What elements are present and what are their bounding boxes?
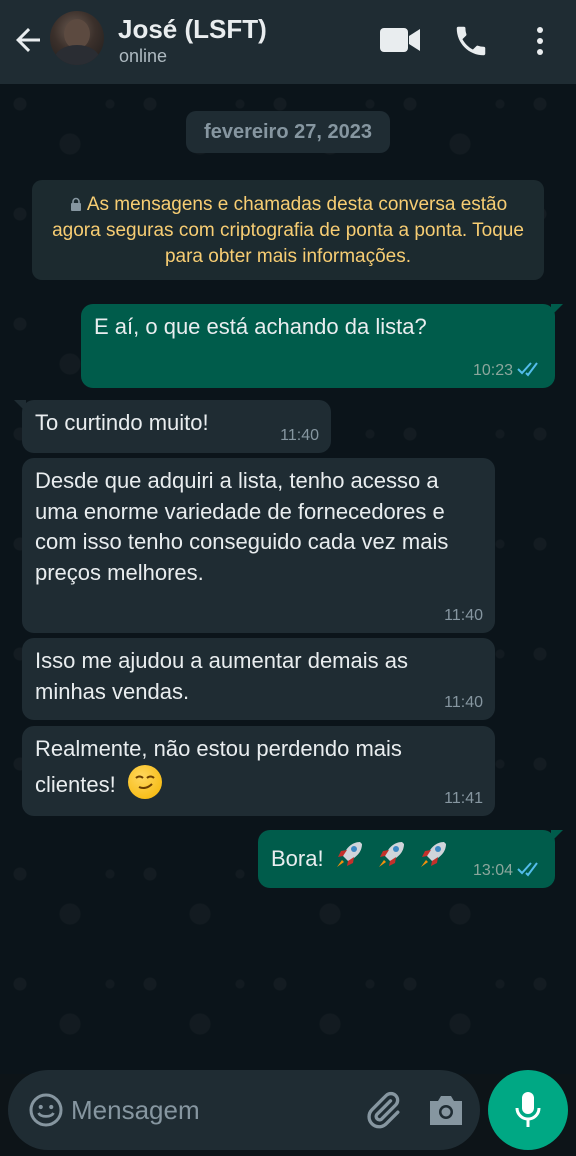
- read-ticks-icon: [517, 862, 538, 877]
- message-time: 11:40: [444, 607, 483, 624]
- rocket-emoji-icon: [420, 842, 446, 867]
- message-composer[interactable]: Mensagem: [8, 1070, 480, 1150]
- message-bubble-outgoing[interactable]: E aí, o que está achando da lista? 10:23: [81, 304, 563, 388]
- message-text: To curtindo muito!: [35, 410, 209, 435]
- message-bubble-outgoing[interactable]: Bora! 13:04: [258, 830, 563, 888]
- message-time: 11:40: [280, 427, 319, 444]
- video-call-icon[interactable]: [378, 22, 422, 58]
- rocket-emoji-icon: [378, 842, 404, 867]
- message-time: 10:23: [473, 361, 543, 380]
- emoji-icon[interactable]: [28, 1092, 64, 1128]
- message-text: Desde que adquiri a lista, tenho acesso …: [35, 468, 449, 585]
- phone-call-icon[interactable]: [452, 22, 490, 60]
- chat-header: José (LSFT) online: [0, 0, 576, 84]
- message-time: 13:04: [473, 861, 543, 880]
- message-bubble-incoming[interactable]: Isso me ajudou a aumentar demais as minh…: [22, 638, 495, 720]
- message-time: 11:41: [444, 790, 483, 807]
- smirking-face-emoji-icon: [127, 764, 162, 799]
- message-input[interactable]: Mensagem: [71, 1095, 200, 1126]
- message-text: Bora!: [271, 846, 324, 871]
- rocket-emoji-icon: [336, 842, 362, 867]
- microphone-icon: [515, 1092, 541, 1127]
- date-chip: fevereiro 27, 2023: [186, 111, 390, 153]
- contact-name[interactable]: José (LSFT): [118, 14, 267, 45]
- message-bubble-incoming[interactable]: Realmente, não estou perdendo mais clien…: [22, 726, 495, 816]
- camera-icon[interactable]: [426, 1092, 466, 1128]
- attach-clip-icon[interactable]: [363, 1090, 403, 1130]
- read-ticks-icon: [517, 362, 538, 377]
- encryption-notice[interactable]: As mensagens e chamadas desta conversa e…: [32, 180, 544, 280]
- more-options-icon[interactable]: [528, 22, 552, 60]
- back-arrow-icon[interactable]: [10, 22, 46, 58]
- avatar[interactable]: [50, 11, 104, 65]
- lock-icon: [70, 197, 81, 211]
- message-bubble-incoming[interactable]: To curtindo muito! 11:40: [14, 400, 331, 453]
- encryption-notice-text: As mensagens e chamadas desta conversa e…: [52, 194, 524, 267]
- voice-record-button[interactable]: [488, 1070, 568, 1150]
- message-bubble-incoming[interactable]: Desde que adquiri a lista, tenho acesso …: [22, 458, 495, 633]
- message-text: Isso me ajudou a aumentar demais as minh…: [35, 648, 408, 704]
- message-text: E aí, o que está achando da lista?: [94, 314, 427, 339]
- contact-status: online: [119, 46, 168, 66]
- message-time: 11:40: [444, 694, 483, 711]
- message-text: Realmente, não estou perdendo mais clien…: [35, 736, 402, 797]
